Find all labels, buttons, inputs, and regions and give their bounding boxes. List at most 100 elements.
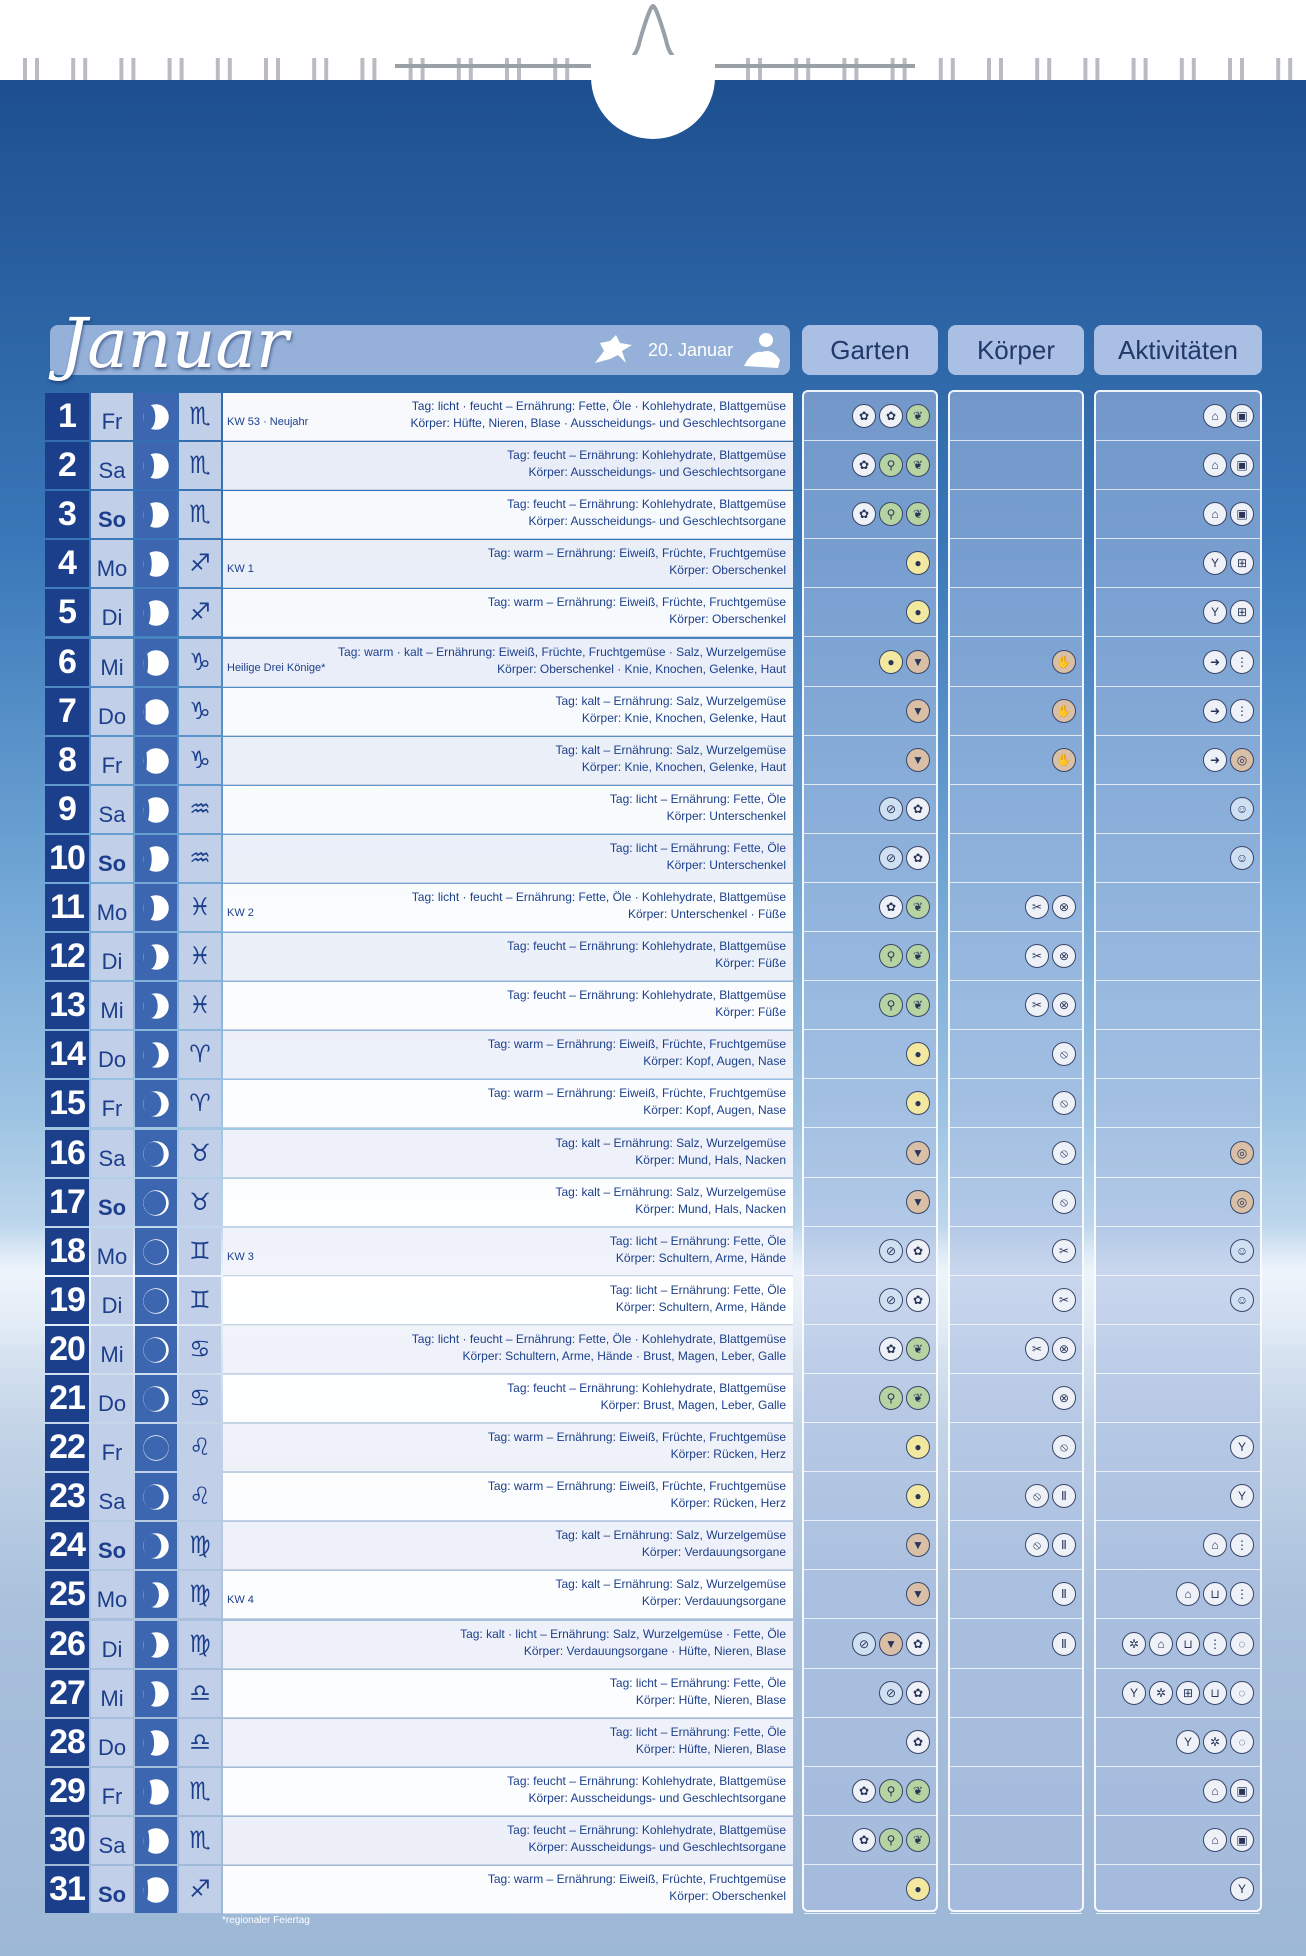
day-type-nutrition: Tag: kalt – Ernährung: Salz, Wurzelgemüs…: [555, 1135, 786, 1150]
day-row[interactable]: 24 So ♍ Tag: kalt – Ernährung: Salz, Wurzel…: [45, 1522, 1262, 1571]
weekday-label: Do: [91, 1718, 133, 1766]
aktivitaeten-cell: [1096, 1375, 1260, 1423]
garten-cell: ✿ ✿ ❦: [804, 393, 936, 441]
day-row[interactable]: 31 So ♐ Tag: warm – Ernährung: Eiweiß, Früc…: [45, 1866, 1262, 1914]
garten-cell: ●: [804, 1473, 936, 1522]
weekday-label: Mi: [91, 1325, 133, 1373]
day-row[interactable]: 28 Do ♎ Tag: licht – Ernährung: Fette, Öle K…: [45, 1718, 1262, 1767]
koerper-cell: ⦸: [950, 1031, 1082, 1080]
zodiac-sign-icon: ♓: [179, 982, 221, 1030]
flower-icon: ✿: [852, 453, 876, 478]
arrow-icon: ➜: [1203, 698, 1227, 723]
zodiac-sign-icon: ♋: [179, 1325, 221, 1373]
moon-phase-icon: [143, 1238, 169, 1265]
koerper-cell: ✋: [950, 688, 1082, 736]
day-row[interactable]: 12 Di ♓ Tag: feucht – Ernährung: Kohlehydra…: [45, 933, 1262, 982]
day-row[interactable]: 21 Do ♋ Tag: feucht – Ernährung: Kohlehydra…: [45, 1375, 1262, 1423]
moon-phase-cell: [135, 1375, 177, 1422]
koerper-cell: [950, 540, 1082, 589]
day-number: 6: [45, 638, 89, 686]
day-info: Tag: warm – Ernährung: Eiweiß, Früchte, …: [223, 1080, 793, 1129]
day-row[interactable]: 30 Sa ♏ Tag: feucht – Ernährung: Kohlehydra…: [45, 1816, 1262, 1865]
day-row[interactable]: 22 Fr ♌ Tag: warm – Ernährung: Eiweiß, Früc…: [45, 1424, 1262, 1473]
moon-phase-icon: [143, 1631, 169, 1658]
no-treat-icon: ⦸: [1025, 1533, 1049, 1558]
aktivitaeten-cell: Y: [1096, 1866, 1260, 1914]
body-parts: Körper: Rücken, Herz: [670, 1496, 786, 1511]
day-row[interactable]: 14 Do ♈ Tag: warm – Ernährung: Eiweiß, Früc…: [45, 1031, 1262, 1080]
day-info: Tag: kalt – Ernährung: Salz, Wurzelgemüs…: [223, 1522, 793, 1571]
day-row[interactable]: 3 So ♏ Tag: feucht – Ernährung: Kohlehydrat…: [45, 491, 1262, 540]
day-row[interactable]: 4 Mo ♐ KW 1 Tag: warm – Ernährung: Eiweiß, F…: [45, 540, 1262, 589]
day-info: KW 1 Tag: warm – Ernährung: Eiweiß, Früch…: [223, 540, 793, 589]
day-row[interactable]: 19 Di ♊ Tag: licht – Ernährung: Fette, Öle K…: [45, 1276, 1262, 1325]
day-row[interactable]: 9 Sa ♒ Tag: licht – Ernährung: Fette, Öle Kö…: [45, 785, 1262, 834]
leaf-icon: ❦: [906, 944, 930, 969]
glass-icon: Y: [1176, 1729, 1200, 1754]
zodiac-sign-icon: ♑: [179, 638, 221, 686]
weekday-label: So: [91, 1178, 133, 1226]
koerper-cell: ✂: [950, 1228, 1082, 1276]
aktivitaeten-cell: Y ⊞: [1096, 540, 1260, 589]
day-type-nutrition: Tag: kalt – Ernährung: Salz, Wurzelgemüs…: [555, 1528, 786, 1543]
day-note: KW 1: [227, 563, 254, 576]
aktivitaeten-cell: ☺: [1096, 786, 1260, 834]
day-row[interactable]: 23 Sa ♌ Tag: warm – Ernährung: Eiweiß, Früc…: [45, 1473, 1262, 1522]
zodiac-sign-icon: ♏: [179, 442, 221, 490]
window-icon: ⊞: [1230, 551, 1254, 576]
day-row[interactable]: 15 Fr ♈ Tag: warm – Ernährung: Eiweiß, Früc…: [45, 1080, 1262, 1129]
day-row[interactable]: 17 So ♉ Tag: kalt – Ernährung: Salz, Wurzel…: [45, 1178, 1262, 1227]
body-parts: Körper: Oberschenkel: [669, 612, 786, 627]
day-number: 25: [45, 1571, 89, 1619]
day-row[interactable]: 11 Mo ♓ KW 2 Tag: licht · feucht – Ernährung…: [45, 884, 1262, 932]
day-row[interactable]: 7 Do ♑ Tag: kalt – Ernährung: Salz, Wurzelg…: [45, 687, 1262, 736]
aktivitaeten-cell: [1096, 884, 1260, 932]
moon-phase-cell: [135, 1620, 177, 1668]
hair-icon: ☺: [1230, 1287, 1254, 1312]
zodiac-sign-icon: ♍: [179, 1522, 221, 1570]
day-info: KW 3 Tag: licht – Ernährung: Fette, Öle Kö…: [223, 1227, 793, 1276]
glass-icon: Y: [1203, 600, 1227, 625]
body-parts: Körper: Ausscheidungs- und Geschlechtsor…: [528, 514, 787, 529]
no-spray-icon: ⊘: [879, 1238, 903, 1263]
day-row[interactable]: 8 Fr ♑ Tag: kalt – Ernährung: Salz, Wurzelg…: [45, 736, 1262, 785]
day-info: Tag: licht · feucht – Ernährung: Fette, …: [223, 1325, 793, 1374]
flower-icon: ✿: [879, 404, 903, 428]
day-row[interactable]: 6 Mi ♑ Heilige Drei Könige* Tag: warm · kalt…: [45, 638, 1262, 687]
day-row[interactable]: 10 So ♒ Tag: licht – Ernährung: Fette, Öle K…: [45, 834, 1262, 883]
day-row[interactable]: 13 Mi ♓ Tag: feucht – Ernährung: Kohlehydra…: [45, 982, 1262, 1031]
aktivitaeten-cell: ➜ ⋮: [1096, 688, 1260, 736]
day-row[interactable]: 18 Mo ♊ KW 3 Tag: licht – Ernährung: Fette, …: [45, 1227, 1262, 1276]
day-row[interactable]: 29 Fr ♏ Tag: feucht – Ernährung: Kohlehydra…: [45, 1767, 1262, 1816]
day-row[interactable]: 20 Mi ♋ Tag: licht · feucht – Ernährung: Fe…: [45, 1325, 1262, 1374]
day-row[interactable]: 1 Fr ♏ KW 53 · Neujahr Tag: licht · feucht –…: [45, 393, 1262, 441]
day-info: Tag: warm – Ernährung: Eiweiß, Früchte, …: [223, 1473, 793, 1522]
day-type-nutrition: Tag: kalt · licht – Ernährung: Salz, Wur…: [460, 1626, 786, 1641]
day-type-nutrition: Tag: warm – Ernährung: Eiweiß, Früchte, …: [487, 1037, 786, 1052]
moon-phase-icon: [143, 1533, 169, 1560]
window-icon: ⊞: [1176, 1680, 1200, 1705]
day-number: 1: [45, 393, 89, 440]
moon-phase-icon: [143, 1042, 169, 1069]
glass-icon: Y: [1230, 1484, 1254, 1509]
body-parts: Körper: Hüfte, Nieren, Blase · Ausscheid…: [410, 416, 786, 430]
day-row[interactable]: 27 Mi ♎ Tag: licht – Ernährung: Fette, Öle K…: [45, 1669, 1262, 1718]
koerper-cell: [950, 1768, 1082, 1816]
day-note: KW 2: [227, 907, 254, 919]
day-type-nutrition: Tag: feucht – Ernährung: Kohlehydrate, B…: [507, 1381, 786, 1395]
garten-cell: ▼: [804, 1179, 936, 1227]
leaf-icon: ❦: [906, 1386, 930, 1410]
body-parts: Körper: Schultern, Arme, Hände: [615, 1250, 786, 1265]
day-row[interactable]: 2 Sa ♏ Tag: feucht – Ernährung: Kohlehydrat…: [45, 442, 1262, 491]
day-row[interactable]: 26 Di ♍ Tag: kalt · licht – Ernährung: Salz…: [45, 1620, 1262, 1669]
flower-icon: ✿: [906, 845, 930, 870]
garten-cell: ●: [804, 1424, 936, 1473]
garten-cell: ●: [804, 1031, 936, 1080]
day-number: 19: [45, 1276, 89, 1324]
day-row[interactable]: 5 Di ♐ Tag: warm – Ernährung: Eiweiß, Früch…: [45, 589, 1262, 638]
day-row[interactable]: 25 Mo ♍ KW 4 Tag: kalt – Ernährung: Salz, Wu…: [45, 1571, 1262, 1620]
moon-phase-cell: [135, 393, 177, 440]
zodiac-sign-icon: ♌: [179, 1424, 221, 1472]
garten-cell: ⚲ ❦: [804, 1375, 936, 1423]
day-row[interactable]: 16 Sa ♉ Tag: kalt – Ernährung: Salz, Wurzel…: [45, 1129, 1262, 1178]
